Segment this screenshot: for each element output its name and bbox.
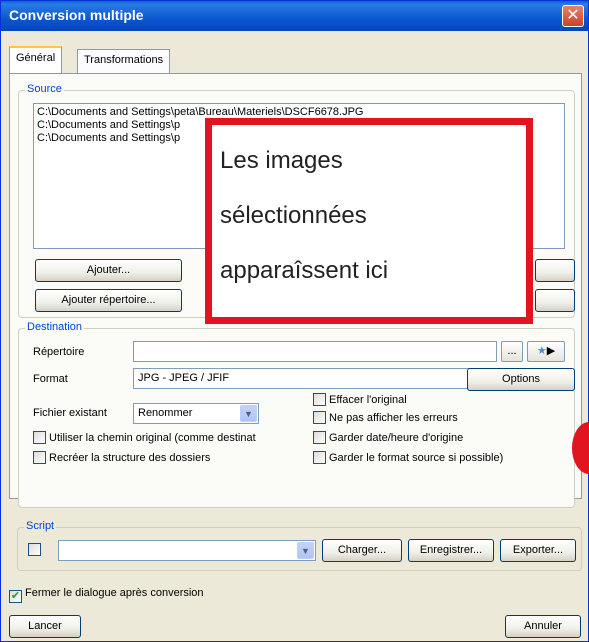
keep-date-checkbox[interactable]: Garder date/heure d'origine [313,431,463,444]
checkbox-label: Recréer la structure des dossiers [49,452,211,464]
checkbox-label: Ne pas afficher les erreurs [329,412,458,424]
checkbox-label: Garder le format source si possible) [329,452,504,464]
checkbox-box[interactable] [33,431,46,444]
format-select[interactable]: JPG - JPEG / JFIF ▼ [133,368,499,389]
callout-line: sélectionnées [220,202,367,229]
callout-line: Les images [220,147,343,174]
existing-file-select[interactable]: Renommer ▼ [133,403,259,424]
script-legend: Script [24,520,57,532]
checkbox-box[interactable] [313,393,326,406]
export-script-button[interactable]: Exporter... [500,539,576,562]
existing-file-label: Fichier existant [33,407,107,419]
script-select[interactable]: ▼ [58,540,316,561]
checkbox-label: Effacer l'original [329,394,407,406]
checkbox-box[interactable] [313,431,326,444]
callout-box: Les images sélectionnées apparaîssent ic… [205,118,533,324]
load-script-button[interactable]: Charger... [322,539,402,562]
options-button[interactable]: Options [467,368,575,391]
tab-transformations[interactable]: Transformations [77,49,171,73]
script-enable-checkbox[interactable] [28,543,44,556]
clear-button[interactable] [535,289,575,312]
destination-legend: Destination [25,321,85,333]
checkbox-label: Fermer le dialogue après conversion [25,587,204,599]
star-icon: ★ [536,345,547,357]
checkbox-label: Garder date/heure d'origine [329,432,464,444]
checkbox-box[interactable] [28,543,41,556]
title-bar: Conversion multiple ✕ [1,1,588,31]
delete-original-checkbox[interactable]: Effacer l'original [313,393,407,406]
checkbox-box[interactable]: ✔ [9,590,22,603]
checkbox-box[interactable] [33,451,46,464]
keep-format-checkbox[interactable]: Garder le format source si possible) [313,451,503,464]
cancel-button[interactable]: Annuler [505,615,581,638]
browse-button[interactable]: ... [501,341,523,362]
recreate-structure-checkbox[interactable]: Recréer la structure des dossiers [33,451,210,464]
checkbox-box[interactable] [313,451,326,464]
favorites-button[interactable]: ★▶ [527,341,565,362]
save-script-button[interactable]: Enregistrer... [408,539,494,562]
directory-input[interactable] [133,341,497,362]
arrow-right-icon: ▶ [546,345,556,357]
use-original-path-checkbox[interactable]: Utiliser la chemin original (comme desti… [33,431,256,444]
window-title: Conversion multiple [9,7,144,23]
close-after-conversion-checkbox[interactable]: ✔ Fermer le dialogue après conversion [9,587,204,603]
tab-general[interactable]: Général [9,46,63,73]
directory-label: Répertoire [33,346,85,358]
checkbox-label: Utiliser la chemin original (comme desti… [49,432,256,444]
add-files-button[interactable]: Ajouter... [35,259,182,282]
hide-errors-checkbox[interactable]: Ne pas afficher les erreurs [313,411,458,424]
chevron-down-icon[interactable]: ▼ [297,542,314,559]
script-group: Script ▼ Charger... Enregistrer... Expor… [17,520,582,571]
format-label: Format [33,373,68,385]
checkbox-box[interactable] [313,411,326,424]
start-button[interactable]: Lancer [9,615,81,638]
source-legend: Source [25,83,64,95]
destination-group: Destination Répertoire ... ★▶ Format JPG… [18,321,575,508]
close-icon[interactable]: ✕ [562,5,584,27]
callout-line: apparaîssent ici [220,257,389,284]
remove-button[interactable] [535,259,575,282]
format-value: JPG - JPEG / JFIF [138,372,230,384]
chevron-down-icon[interactable]: ▼ [240,405,257,422]
add-folder-button[interactable]: Ajouter répertoire... [35,289,182,312]
existing-file-value: Renommer [138,407,193,419]
